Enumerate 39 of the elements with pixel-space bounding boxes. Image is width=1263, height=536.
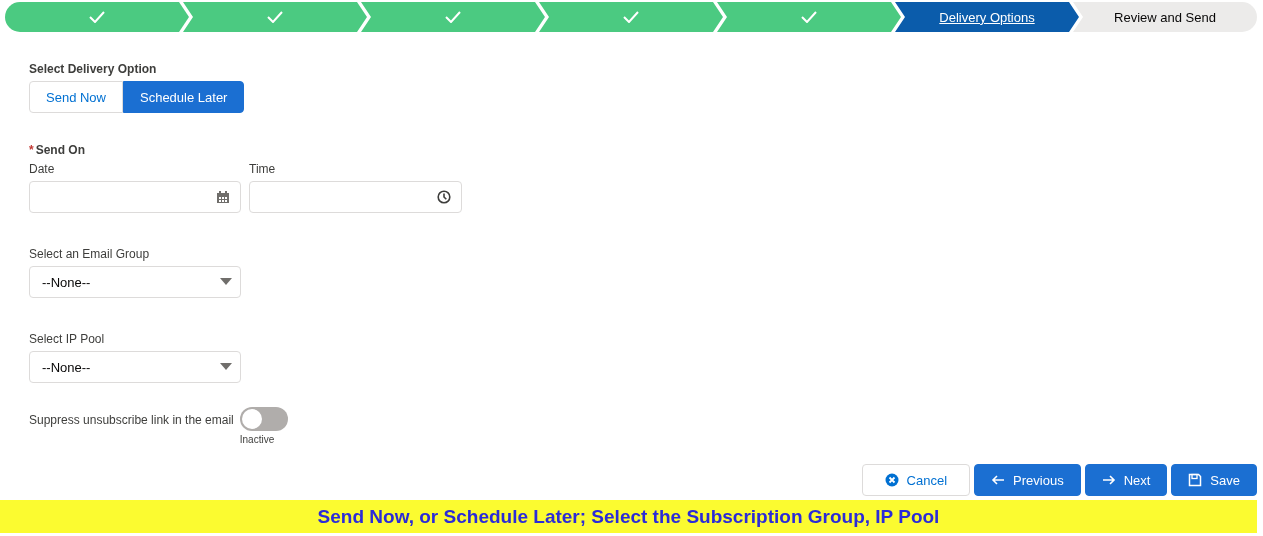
field-label: * Send On xyxy=(29,143,86,157)
caption-banner: Send Now, or Schedule Later; Select the Subscription Group, IP Pool xyxy=(0,500,1257,533)
path-step[interactable] xyxy=(539,2,723,32)
time-field[interactable] xyxy=(249,181,462,213)
arrow-right-icon xyxy=(1101,473,1116,487)
path-step[interactable]: Delivery Options xyxy=(895,2,1079,32)
dropdown-icon xyxy=(220,363,232,371)
option-button[interactable]: Schedule Later xyxy=(123,81,245,113)
select-field[interactable]: --None-- xyxy=(29,266,241,298)
save-button[interactable]: Save xyxy=(1171,464,1257,496)
path-step[interactable]: Review and Send xyxy=(1073,2,1257,32)
check-icon xyxy=(267,11,283,23)
field-label: Date xyxy=(29,162,56,176)
calendar-icon xyxy=(216,190,230,204)
close-icon xyxy=(884,473,899,487)
previous-button[interactable]: Previous xyxy=(974,464,1081,496)
path-step[interactable] xyxy=(717,2,901,32)
toggle-status: Inactive xyxy=(239,434,276,445)
arrow-left-icon xyxy=(991,473,1006,487)
toggle-label: Suppress unsubscribe link in the email xyxy=(29,413,234,427)
check-icon xyxy=(445,11,461,23)
path-step[interactable] xyxy=(361,2,545,32)
field-label: Select an Email Group xyxy=(29,247,151,261)
path-step[interactable] xyxy=(183,2,367,32)
option-button[interactable]: Send Now xyxy=(29,81,123,113)
field-label: Select Delivery Option xyxy=(29,62,158,76)
select-field[interactable]: --None-- xyxy=(29,351,241,383)
check-icon xyxy=(623,11,639,23)
cancel-button[interactable]: Cancel xyxy=(861,464,971,496)
path-step[interactable] xyxy=(5,2,189,32)
field-label: Select IP Pool xyxy=(29,332,106,346)
next-button[interactable]: Next xyxy=(1084,464,1168,496)
field-label: Time xyxy=(249,162,277,176)
check-icon xyxy=(89,11,105,23)
dropdown-icon xyxy=(220,278,232,286)
check-icon xyxy=(801,11,817,23)
toggle-switch[interactable] xyxy=(239,407,288,431)
date-field[interactable] xyxy=(29,181,241,213)
clock-icon xyxy=(437,190,451,204)
